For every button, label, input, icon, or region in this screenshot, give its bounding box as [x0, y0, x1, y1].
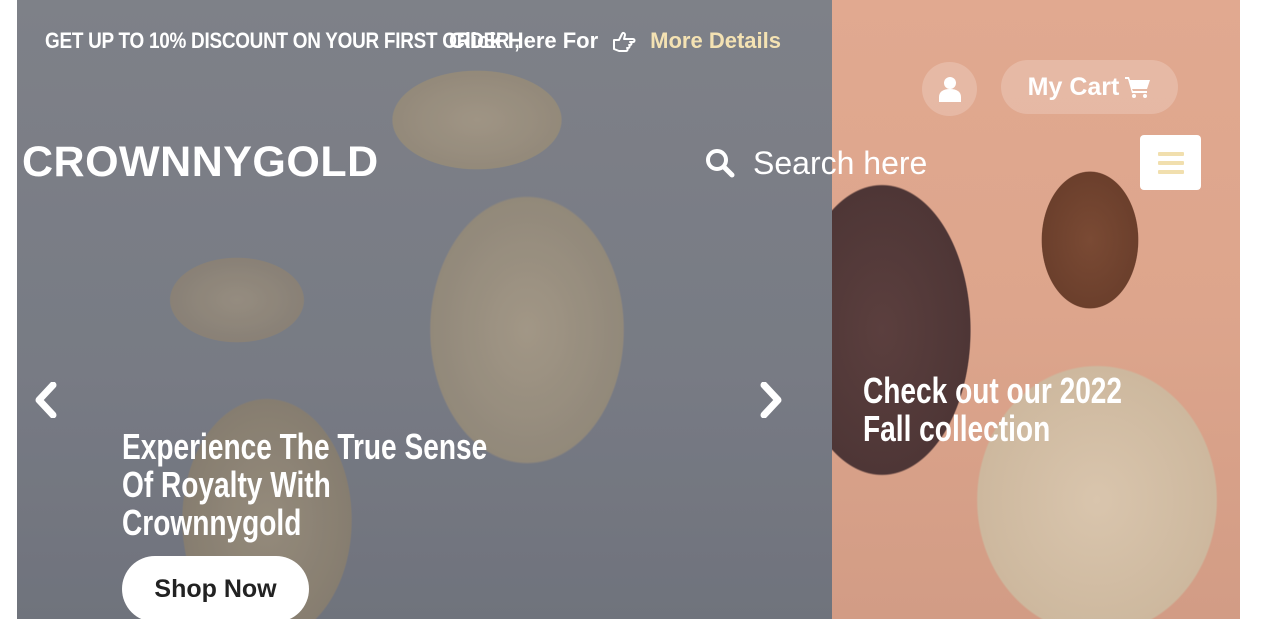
hand-pointing-right-icon	[612, 30, 636, 52]
menu-bar	[1157, 169, 1184, 174]
promo-text: GET UP TO 10% DISCOUNT ON YOUR FIRST ORD…	[45, 28, 520, 53]
more-details-link[interactable]: More Details	[650, 28, 781, 54]
announcement-bar: GET UP TO 10% DISCOUNT ON YOUR FIRST ORD…	[45, 26, 781, 56]
shopping-cart-icon	[1125, 77, 1151, 98]
chevron-right-icon[interactable]	[756, 381, 786, 419]
next-slide-caption: Check out our 2022 Fall collection	[863, 370, 1123, 450]
search-input[interactable]	[753, 144, 953, 182]
user-icon	[938, 77, 961, 102]
site-logo[interactable]: CROWNNYGOLD	[22, 138, 379, 187]
hamburger-menu-icon[interactable]	[1140, 135, 1201, 190]
account-button[interactable]	[922, 62, 977, 116]
search-bar	[705, 140, 953, 186]
chevron-left-icon[interactable]	[31, 381, 61, 419]
shop-now-button[interactable]: Shop Now	[122, 556, 309, 619]
menu-bar	[1157, 151, 1184, 156]
search-icon[interactable]	[705, 148, 735, 178]
cart-label: My Cart	[1027, 72, 1120, 101]
my-cart-button[interactable]: My Cart	[1001, 60, 1178, 114]
slide-caption: Experience The True Sense Of Royalty Wit…	[122, 426, 488, 544]
menu-bar	[1157, 160, 1184, 165]
